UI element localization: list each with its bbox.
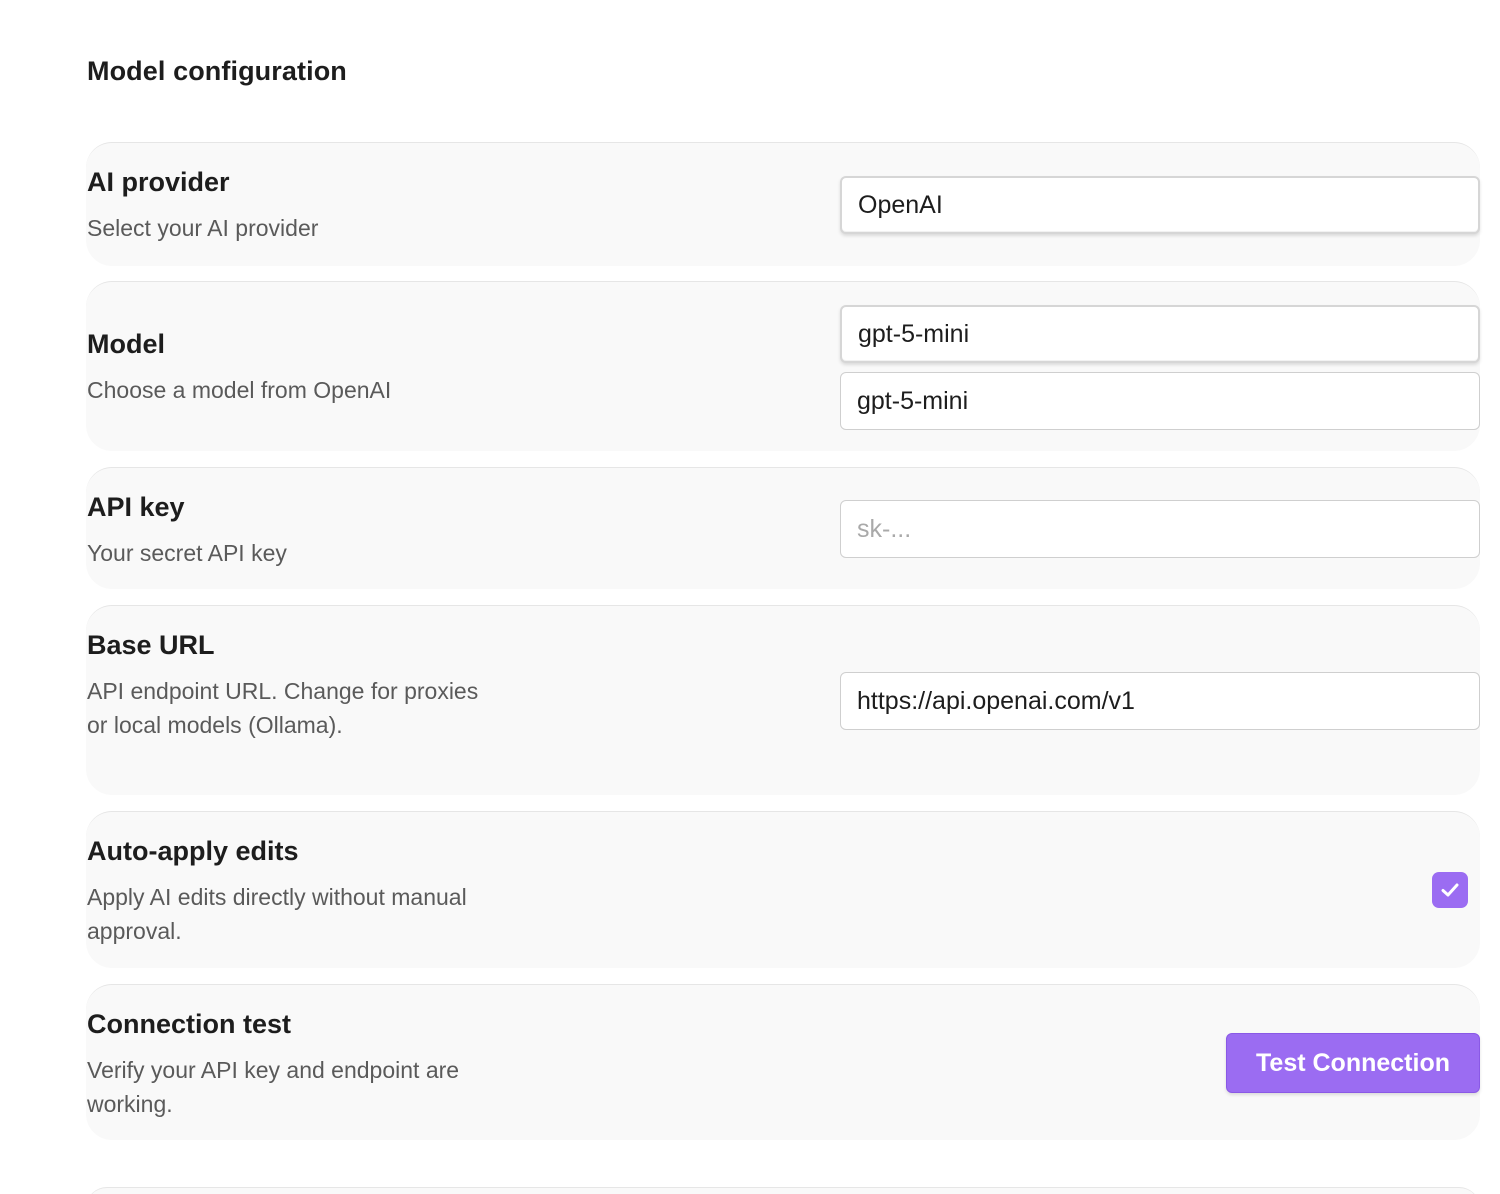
api-key-card: API key Your secret API key bbox=[86, 467, 1480, 589]
auto-apply-card: Auto-apply edits Apply AI edits directly… bbox=[86, 811, 1480, 968]
api-key-input[interactable] bbox=[840, 500, 1480, 558]
model-label: Model bbox=[87, 329, 165, 359]
section-title: Model configuration bbox=[87, 56, 347, 86]
api-key-description: Your secret API key bbox=[87, 540, 287, 566]
provider-info: AI provider Select your AI provider bbox=[87, 165, 487, 245]
base-url-info: Base URL API endpoint URL. Change for pr… bbox=[87, 628, 487, 742]
api-key-info: API key Your secret API key bbox=[87, 490, 487, 570]
model-info: Model Choose a model from OpenAI bbox=[87, 327, 487, 407]
base-url-input[interactable] bbox=[840, 672, 1480, 730]
auto-apply-checkbox[interactable] bbox=[1432, 872, 1468, 908]
provider-card: AI provider Select your AI provider Open… bbox=[86, 142, 1480, 266]
settings-page: Model configuration AI provider Select y… bbox=[0, 0, 1500, 1194]
provider-description: Select your AI provider bbox=[87, 215, 319, 241]
provider-select[interactable]: OpenAI bbox=[840, 176, 1480, 234]
base-url-label: Base URL bbox=[87, 630, 215, 660]
auto-apply-label: Auto-apply edits bbox=[87, 836, 299, 866]
test-connection-button[interactable]: Test Connection bbox=[1226, 1033, 1480, 1093]
base-url-description: API endpoint URL. Change for proxies or … bbox=[87, 678, 479, 738]
model-description: Choose a model from OpenAI bbox=[87, 377, 392, 403]
connection-test-label: Connection test bbox=[87, 1009, 292, 1039]
auto-apply-info: Auto-apply edits Apply AI edits directly… bbox=[87, 834, 487, 948]
connection-test-description: Verify your API key and endpoint are wor… bbox=[87, 1057, 460, 1117]
connection-test-card: Connection test Verify your API key and … bbox=[86, 984, 1480, 1140]
next-card-edge bbox=[86, 1187, 1480, 1194]
connection-test-info: Connection test Verify your API key and … bbox=[87, 1007, 487, 1121]
api-key-label: API key bbox=[87, 492, 185, 522]
provider-label: AI provider bbox=[87, 167, 230, 197]
model-input[interactable] bbox=[840, 372, 1480, 430]
check-icon bbox=[1441, 883, 1459, 897]
base-url-card: Base URL API endpoint URL. Change for pr… bbox=[86, 605, 1480, 795]
model-select[interactable]: gpt-5-mini bbox=[840, 305, 1480, 363]
auto-apply-description: Apply AI edits directly without manual a… bbox=[87, 884, 467, 944]
model-card: Model Choose a model from OpenAI gpt-5-m… bbox=[86, 281, 1480, 451]
